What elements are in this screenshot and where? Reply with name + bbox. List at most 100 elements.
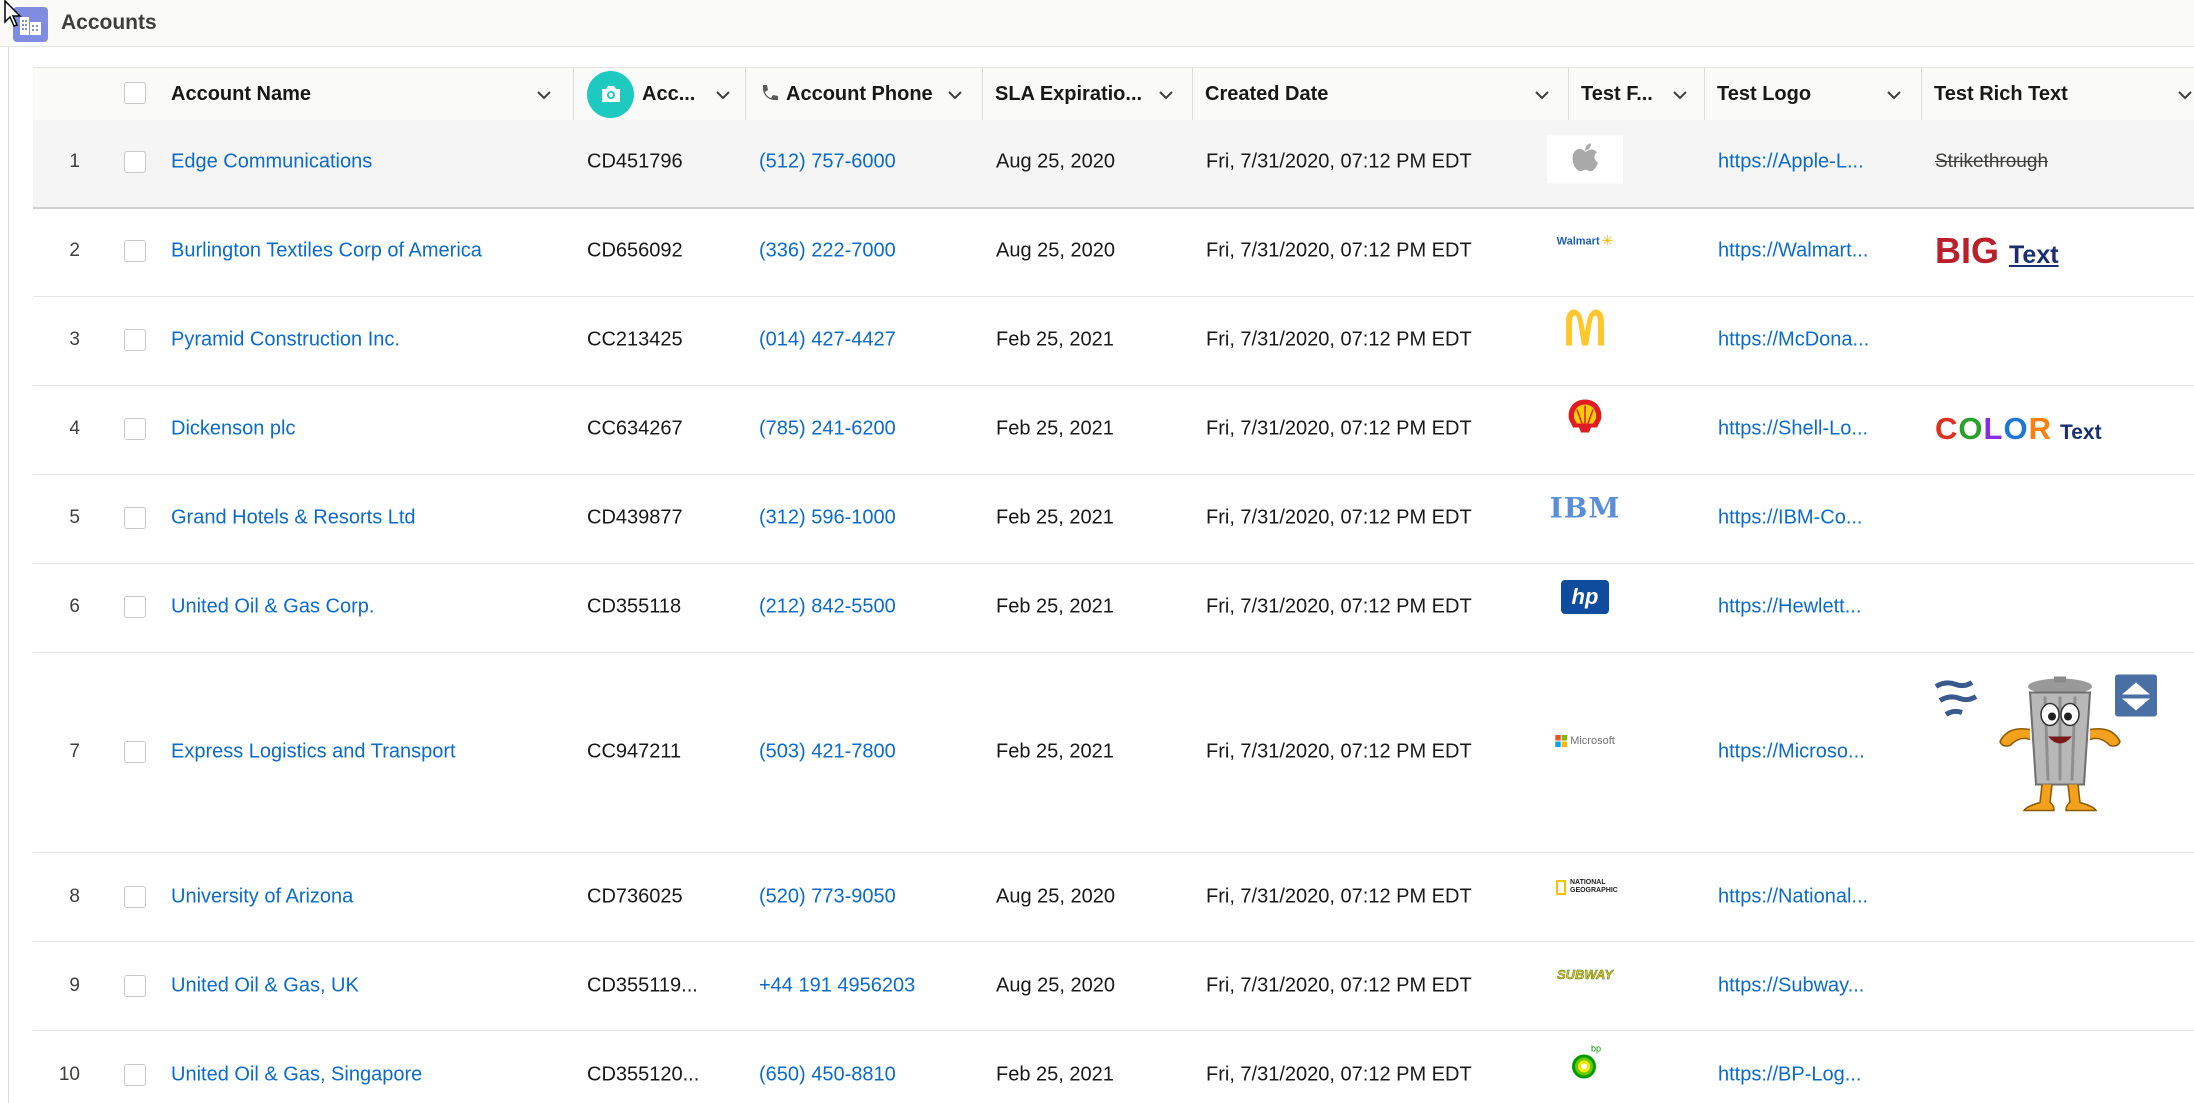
account-number: CD355120... bbox=[587, 1063, 700, 1086]
row-checkbox[interactable] bbox=[124, 329, 146, 351]
account-phone-link[interactable]: +44 191 4956203 bbox=[759, 975, 915, 998]
shell-logo-icon bbox=[1565, 398, 1605, 441]
column-label: Test F... bbox=[1581, 82, 1653, 105]
account-phone-link[interactable]: (520) 773-9050 bbox=[759, 886, 896, 909]
chevron-down-icon[interactable] bbox=[2174, 84, 2194, 106]
test-logo-link[interactable]: https://BP-Log... bbox=[1718, 1064, 1861, 1087]
column-header-test-logo[interactable]: Test Logo bbox=[1705, 68, 1922, 120]
created-date: Fri, 7/31/2020, 07:12 PM EDT bbox=[1206, 1063, 1472, 1086]
column-header-sla-expiration[interactable]: SLA Expiratio... bbox=[983, 68, 1193, 120]
test-logo-link[interactable]: https://Walmart... bbox=[1718, 240, 1868, 263]
divider bbox=[8, 46, 9, 1103]
account-phone-link[interactable]: (512) 757-6000 bbox=[759, 151, 896, 174]
account-name-link[interactable]: Pyramid Construction Inc. bbox=[171, 329, 400, 352]
column-header-test-formula[interactable]: Test F... bbox=[1569, 68, 1705, 120]
row-checkbox[interactable] bbox=[124, 1064, 146, 1086]
test-logo-link[interactable]: https://Microso... bbox=[1718, 741, 1865, 764]
account-name-link[interactable]: United Oil & Gas, Singapore bbox=[171, 1064, 422, 1087]
row-number: 4 bbox=[69, 418, 80, 439]
account-phone-link[interactable]: (650) 450-8810 bbox=[759, 1064, 896, 1087]
account-name-link[interactable]: Dickenson plc bbox=[171, 418, 296, 441]
rich-text-color-word: COLOR bbox=[1935, 411, 2052, 447]
account-phone-link[interactable]: (312) 596-1000 bbox=[759, 507, 896, 530]
account-number: CD439877 bbox=[587, 506, 683, 529]
test-logo-link[interactable]: https://Subway... bbox=[1718, 975, 1864, 998]
row-number: 3 bbox=[69, 329, 80, 350]
column-header-account-name[interactable]: Account Name bbox=[133, 68, 574, 120]
chevron-down-icon[interactable] bbox=[1531, 84, 1553, 106]
chevron-down-icon[interactable] bbox=[1669, 84, 1691, 106]
row-checkbox[interactable] bbox=[124, 418, 146, 440]
account-name-link[interactable]: University of Arizona bbox=[171, 886, 353, 909]
chevron-down-icon[interactable] bbox=[533, 84, 555, 106]
trash-can-cartoon-image bbox=[1930, 674, 2160, 820]
sla-expiration: Aug 25, 2020 bbox=[996, 150, 1115, 173]
row-checkbox[interactable] bbox=[124, 741, 146, 763]
column-header-test-rich-text[interactable]: Test Rich Text bbox=[1922, 68, 2194, 120]
accounts-table: Account Name Acc... Account Phone SLA Ex… bbox=[33, 67, 2194, 1103]
test-logo-link[interactable]: https://Shell-Lo... bbox=[1718, 418, 1868, 441]
account-phone-link[interactable]: (014) 427-4427 bbox=[759, 329, 896, 352]
row-checkbox[interactable] bbox=[124, 240, 146, 262]
test-logo-link[interactable]: https://Apple-L... bbox=[1718, 151, 1864, 174]
account-name-link[interactable]: Grand Hotels & Resorts Ltd bbox=[171, 507, 416, 530]
column-label: SLA Expiratio... bbox=[995, 82, 1143, 105]
column-label: Test Logo bbox=[1717, 82, 1812, 105]
mcdonalds-logo-icon bbox=[1563, 308, 1607, 353]
rich-text-color-letter: C bbox=[1935, 411, 1959, 446]
account-number: CC634267 bbox=[587, 417, 683, 440]
account-number: CD656092 bbox=[587, 239, 683, 262]
account-name-link[interactable]: Edge Communications bbox=[171, 151, 372, 174]
column-label: Account Phone bbox=[786, 82, 933, 105]
sla-expiration: Aug 25, 2020 bbox=[996, 239, 1115, 262]
chevron-down-icon[interactable] bbox=[1155, 84, 1177, 106]
ibm-logo-icon: IBM bbox=[1550, 492, 1621, 525]
account-number: CD451796 bbox=[587, 150, 683, 173]
account-name-link[interactable]: United Oil & Gas Corp. bbox=[171, 596, 374, 619]
account-phone-link[interactable]: (785) 241-6200 bbox=[759, 418, 896, 441]
row-checkbox[interactable] bbox=[124, 151, 146, 173]
bp-logo-icon: bp bbox=[1567, 1043, 1603, 1088]
account-number: CD355118 bbox=[587, 595, 682, 618]
account-phone-link[interactable]: (336) 222-7000 bbox=[759, 240, 896, 263]
microsoft-logo-icon: Microsoft bbox=[1555, 735, 1615, 747]
row-number: 10 bbox=[58, 1064, 80, 1085]
test-logo-link[interactable]: https://National... bbox=[1718, 886, 1868, 909]
rich-text-strikethrough: Strikethrough bbox=[1935, 151, 2049, 172]
row-checkbox[interactable] bbox=[124, 507, 146, 529]
test-logo-link[interactable]: https://Hewlett... bbox=[1718, 596, 1861, 619]
account-name-link[interactable]: United Oil & Gas, UK bbox=[171, 975, 359, 998]
row-checkbox[interactable] bbox=[124, 596, 146, 618]
logo-text: bp bbox=[1591, 1044, 1601, 1054]
column-header-account-number[interactable]: Acc... bbox=[574, 68, 746, 120]
logo-text: NATIONAL GEOGRAPHIC bbox=[1570, 879, 1618, 894]
apple-logo-icon bbox=[1547, 135, 1623, 189]
row-number: 1 bbox=[69, 151, 80, 172]
rich-text-big-word: BIG bbox=[1935, 230, 2000, 271]
account-phone-link[interactable]: (503) 421-7800 bbox=[759, 741, 896, 764]
account-name-link[interactable]: Express Logistics and Transport bbox=[171, 741, 456, 764]
camera-icon bbox=[587, 70, 634, 118]
row-checkbox[interactable] bbox=[124, 886, 146, 908]
created-date: Fri, 7/31/2020, 07:12 PM EDT bbox=[1206, 417, 1472, 440]
logo-text: Walmart bbox=[1556, 235, 1600, 247]
logo-text: SUBWAY bbox=[1556, 967, 1614, 982]
column-header-account-phone[interactable]: Account Phone bbox=[746, 68, 983, 120]
logo-text: hp bbox=[1571, 584, 1599, 609]
row-number-header bbox=[33, 68, 85, 120]
column-header-created-date[interactable]: Created Date bbox=[1193, 68, 1569, 120]
sla-expiration: Feb 25, 2021 bbox=[996, 328, 1114, 351]
row-checkbox[interactable] bbox=[124, 975, 146, 997]
page-title: Accounts bbox=[61, 11, 157, 34]
sla-expiration: Feb 25, 2021 bbox=[996, 740, 1114, 763]
page-header: Accounts bbox=[0, 0, 2194, 47]
chevron-down-icon[interactable] bbox=[712, 84, 734, 106]
account-phone-link[interactable]: (212) 842-5500 bbox=[759, 596, 896, 619]
account-number: CC213425 bbox=[587, 328, 683, 351]
chevron-down-icon[interactable] bbox=[1883, 84, 1905, 106]
logo-text: Microsoft bbox=[1570, 735, 1615, 747]
account-name-link[interactable]: Burlington Textiles Corp of America bbox=[171, 240, 482, 263]
chevron-down-icon[interactable] bbox=[944, 84, 966, 106]
test-logo-link[interactable]: https://McDona... bbox=[1718, 329, 1869, 352]
test-logo-link[interactable]: https://IBM-Co... bbox=[1718, 507, 1862, 530]
